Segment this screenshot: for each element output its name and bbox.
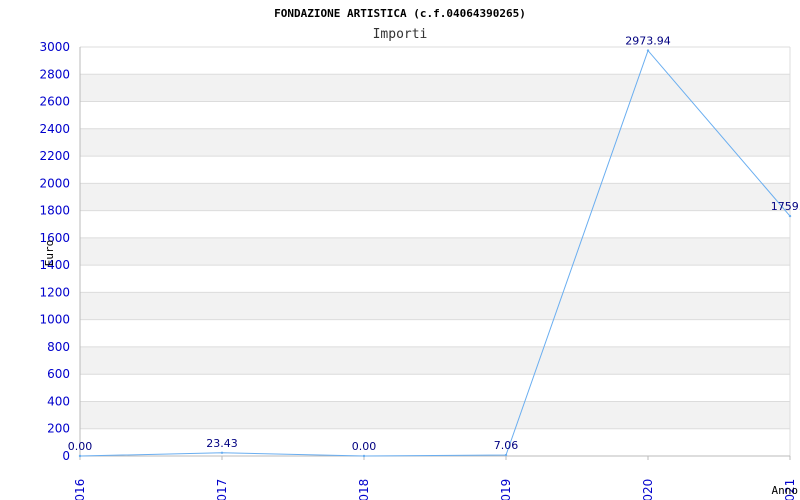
data-point xyxy=(362,454,366,458)
y-tick-label: 200 xyxy=(47,422,70,436)
grid-band xyxy=(80,237,790,266)
grid-band xyxy=(80,183,790,211)
x-axis-label: Anno xyxy=(772,484,799,497)
data-point xyxy=(220,451,224,455)
y-tick-label: 3000 xyxy=(39,40,70,54)
y-tick-label: 400 xyxy=(47,394,70,408)
x-tick-label: 2017 xyxy=(215,479,229,500)
chart-subtitle: Importi xyxy=(373,27,428,42)
x-tick-labels: 2016 2017 2018 2019 2020 2021 xyxy=(73,456,797,500)
x-tick-label: 2019 xyxy=(499,479,513,500)
y-tick-label: 2000 xyxy=(39,176,70,190)
data-label: 2973.94 xyxy=(625,35,671,48)
grid-band xyxy=(80,401,790,429)
x-tick-label: 2018 xyxy=(357,479,371,500)
y-tick-label: 2800 xyxy=(39,67,70,81)
x-tick-label: 2020 xyxy=(641,479,655,500)
data-point xyxy=(788,214,792,218)
y-tick-label: 800 xyxy=(47,340,70,354)
grid-band xyxy=(80,292,790,320)
y-tick-label: 2600 xyxy=(39,95,70,109)
grid-band xyxy=(80,346,790,375)
x-tick-label: 2016 xyxy=(73,479,87,500)
data-label: 1759.9 xyxy=(771,200,800,213)
y-tick-label: 1200 xyxy=(39,285,70,299)
data-point xyxy=(504,453,508,457)
grid-band xyxy=(80,128,790,157)
grid-band xyxy=(80,74,790,102)
data-label: 0.00 xyxy=(352,440,377,453)
y-tick-label: 600 xyxy=(47,367,70,381)
chart-title: FONDAZIONE ARTISTICA (c.f.04064390265) xyxy=(274,7,526,20)
data-label: 7.06 xyxy=(494,439,519,452)
data-label: 23.43 xyxy=(206,437,238,450)
data-label: 0.00 xyxy=(68,440,93,453)
data-point xyxy=(78,454,82,458)
line-chart: 0200400600800100012001400160018002000220… xyxy=(39,7,800,500)
data-point xyxy=(646,49,650,52)
background-bands xyxy=(80,74,790,429)
y-tick-label: 2400 xyxy=(39,122,70,136)
y-tick-label: 2200 xyxy=(39,149,70,163)
y-tick-label: 1000 xyxy=(39,313,70,327)
y-tick-label: 1800 xyxy=(39,204,70,218)
y-axis-label: Euro xyxy=(43,240,56,267)
